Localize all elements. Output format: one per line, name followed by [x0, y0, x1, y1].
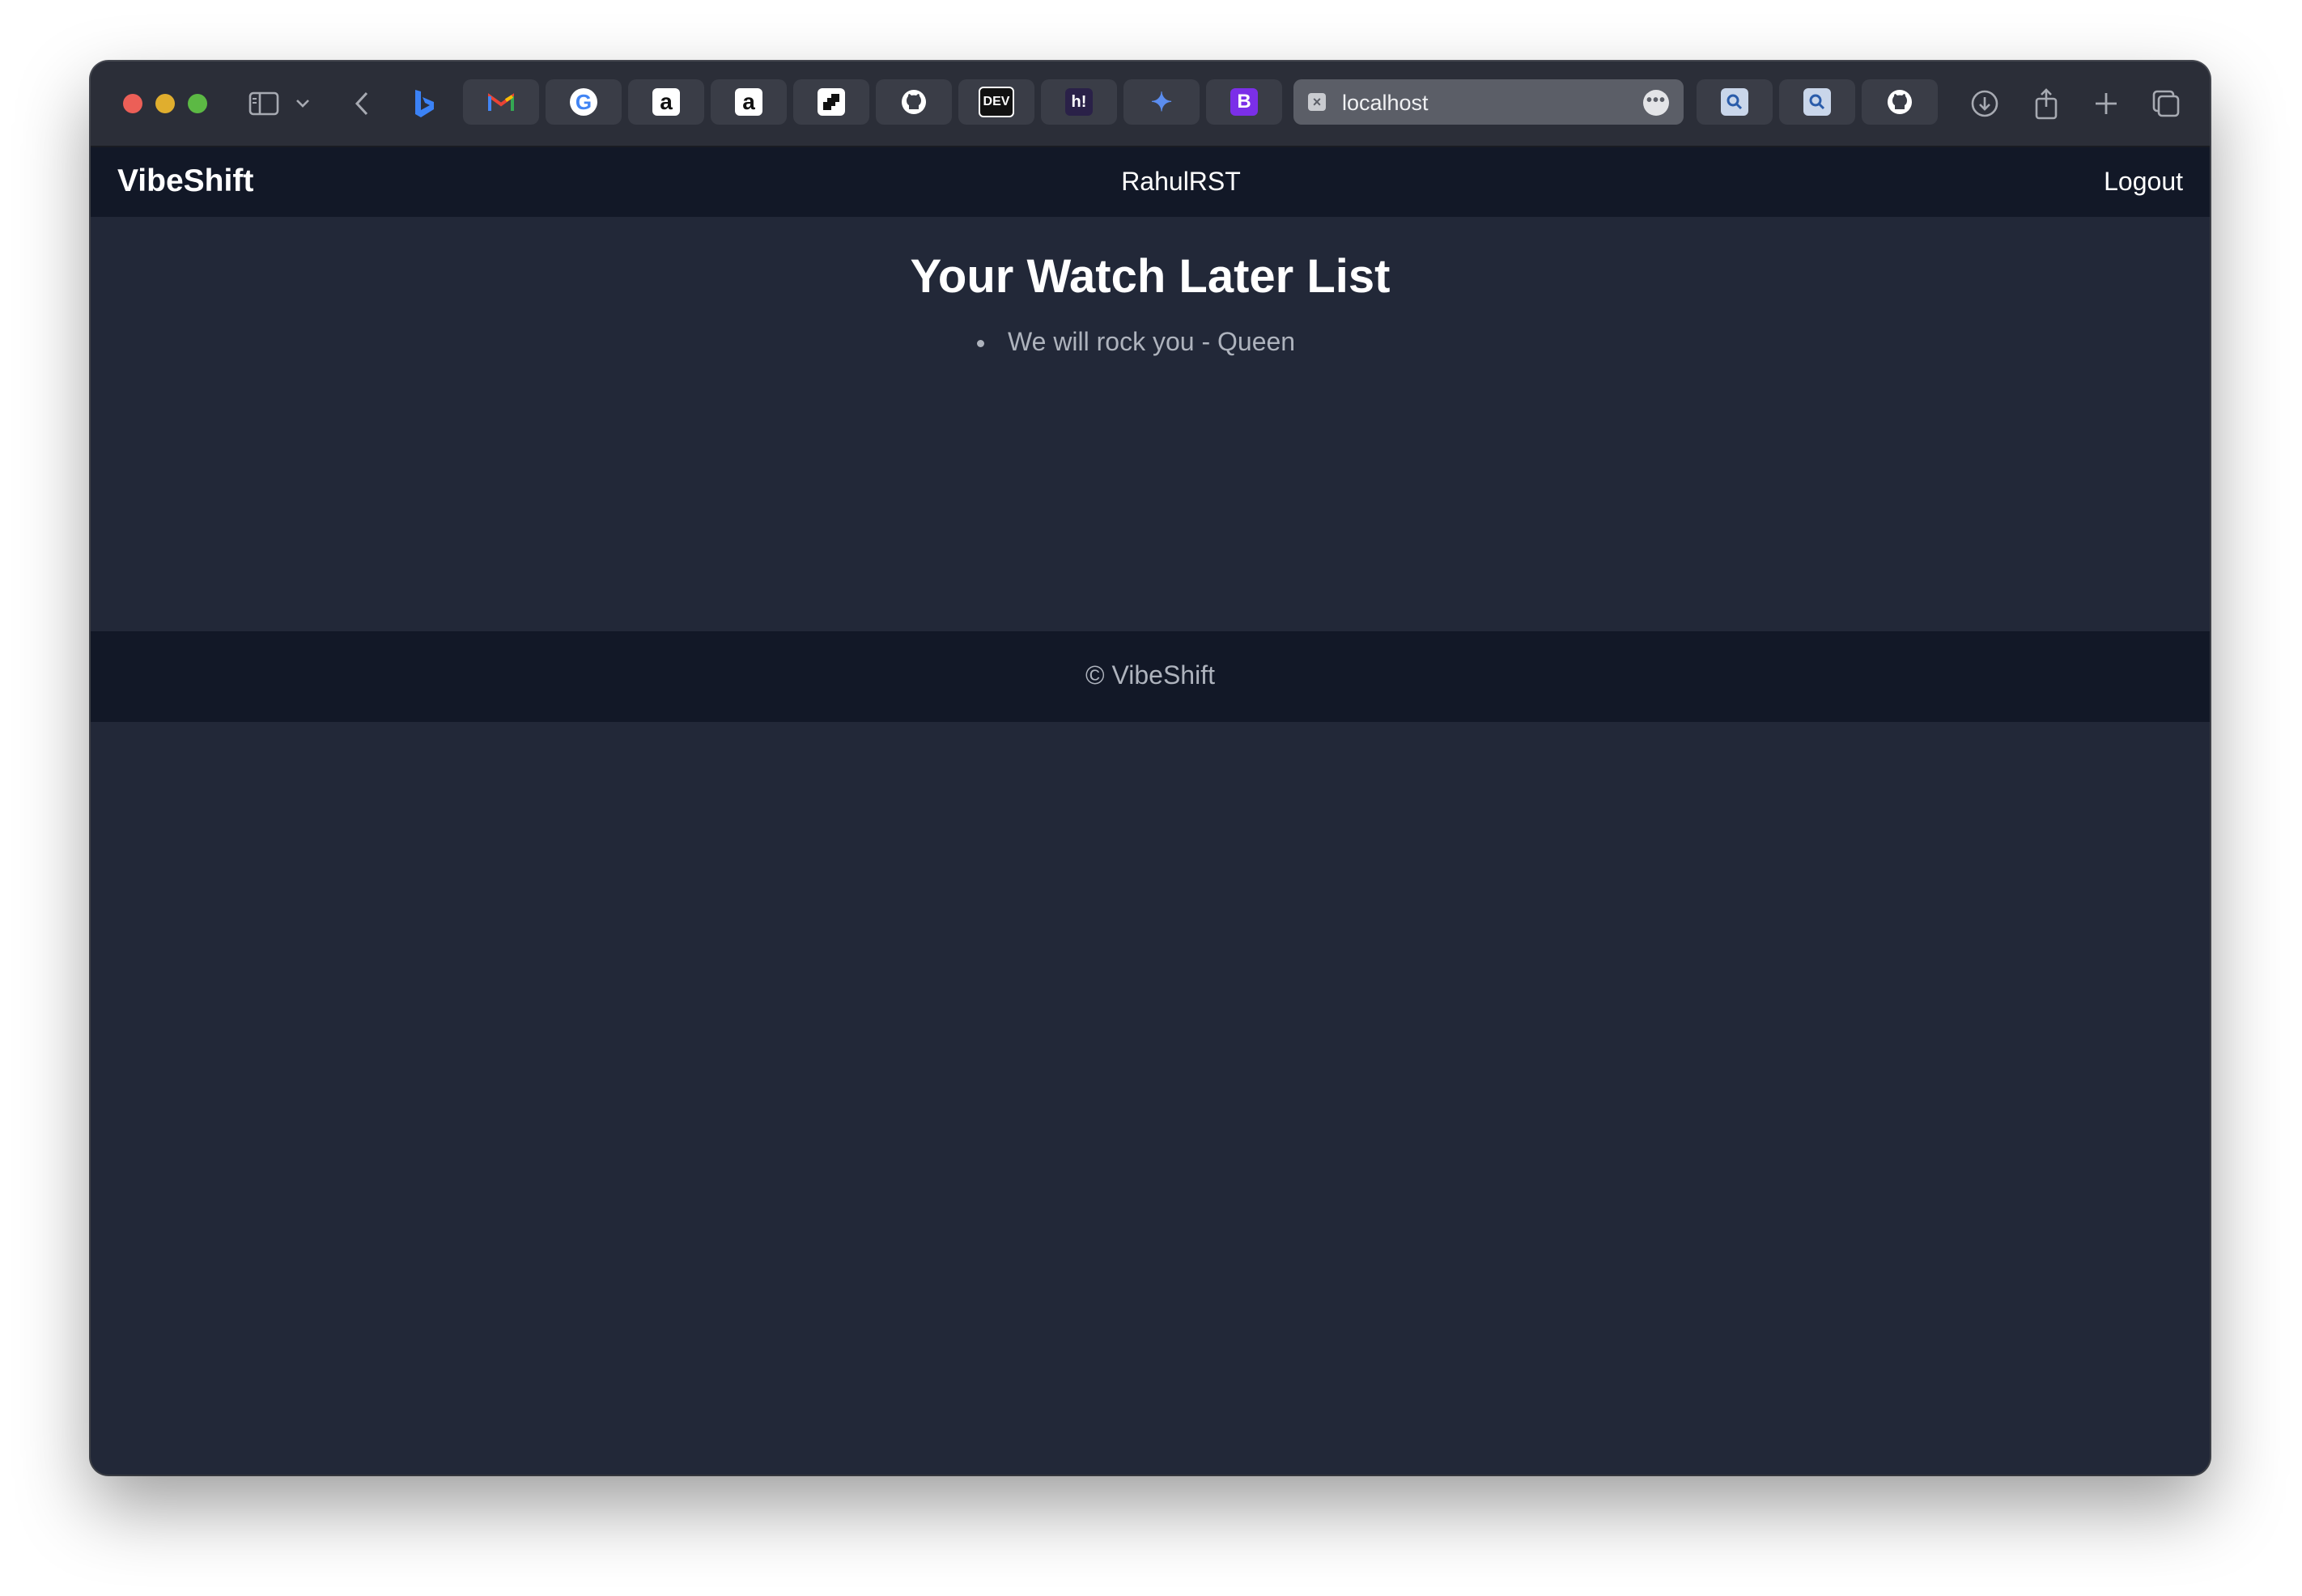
tab-overview-icon[interactable]	[2150, 84, 2182, 123]
list-item: We will rock you - Queen	[977, 327, 1295, 357]
minimize-window-button[interactable]	[155, 94, 175, 113]
dev-icon: DEV	[979, 87, 1014, 117]
gemini-icon: ✦	[1150, 87, 1173, 117]
zoom-window-button[interactable]	[188, 94, 207, 113]
footer-copyright: © VibeShift	[1085, 660, 1215, 690]
address-url[interactable]: localhost	[1342, 91, 1429, 116]
google-bookmark[interactable]: G	[546, 79, 622, 125]
username-label: RahulRST	[91, 167, 2210, 197]
logout-link[interactable]: Logout	[2104, 167, 2183, 197]
browser-toolbar: G a a DEV h! ✦ B × localhost •••	[91, 62, 2210, 147]
hashnode-bookmark[interactable]: h!	[1041, 79, 1117, 125]
new-tab-icon[interactable]	[2090, 84, 2122, 123]
back-icon[interactable]	[350, 84, 374, 123]
watch-later-list: We will rock you - Queen	[977, 327, 1295, 357]
username-text: RahulRST	[1121, 167, 1241, 196]
site-navbar: VibeShift RahulRST Logout	[91, 147, 2210, 217]
dev-bookmark[interactable]: DEV	[958, 79, 1034, 125]
sidebar-toggle-icon[interactable]	[246, 84, 282, 123]
download-icon[interactable]	[1969, 84, 2001, 123]
main-content: Your Watch Later List We will rock you -…	[91, 217, 2210, 722]
github-icon	[900, 88, 928, 116]
github-bookmark-2[interactable]	[1862, 79, 1938, 125]
chevron-down-icon[interactable]	[293, 84, 312, 123]
search-icon	[1721, 88, 1748, 116]
close-window-button[interactable]	[123, 94, 142, 113]
bing-icon[interactable]	[408, 84, 440, 123]
share-icon[interactable]	[2030, 84, 2062, 123]
gemini-bookmark[interactable]: ✦	[1123, 79, 1200, 125]
bootstrap-icon: B	[1230, 88, 1258, 116]
medium-bookmark[interactable]	[793, 79, 869, 125]
bootstrap-bookmark[interactable]: B	[1206, 79, 1282, 125]
google-icon: G	[570, 88, 597, 116]
amazon-icon: a	[735, 88, 762, 116]
bullet-icon	[977, 340, 984, 347]
medium-icon	[818, 88, 845, 116]
amazon-bookmark-2[interactable]: a	[711, 79, 787, 125]
hashnode-icon: h!	[1065, 88, 1093, 116]
gmail-icon	[487, 88, 515, 116]
page-title: Your Watch Later List	[910, 250, 1391, 303]
site-footer: © VibeShift	[91, 631, 2210, 722]
page-menu-icon[interactable]: •••	[1643, 90, 1669, 116]
github-bookmark[interactable]	[876, 79, 952, 125]
gmail-bookmark[interactable]	[463, 79, 539, 125]
github-icon	[1886, 88, 1913, 116]
list-item-text: We will rock you - Queen	[1008, 327, 1296, 356]
search-icon	[1803, 88, 1831, 116]
address-bar[interactable]: × localhost •••	[1293, 79, 1684, 125]
search-bookmark-2[interactable]	[1779, 79, 1855, 125]
browser-window: G a a DEV h! ✦ B × localhost ••• VibeShi…	[91, 62, 2210, 1475]
search-bookmark[interactable]	[1697, 79, 1773, 125]
site-favicon-icon: ×	[1308, 93, 1326, 111]
amazon-bookmark[interactable]: a	[628, 79, 704, 125]
amazon-icon: a	[652, 88, 680, 116]
